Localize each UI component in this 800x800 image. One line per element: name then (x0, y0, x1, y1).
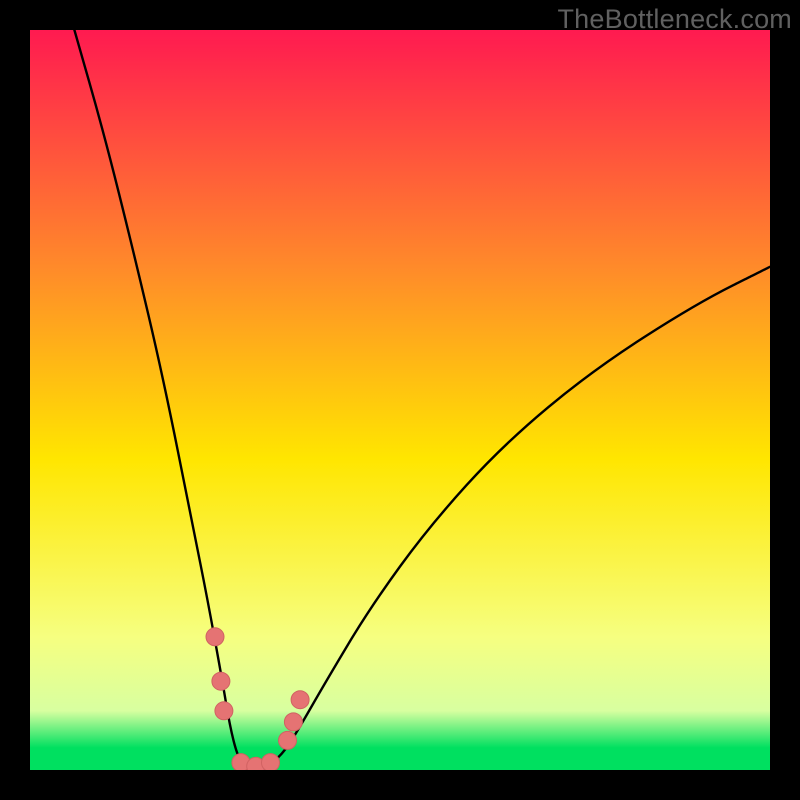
curve-marker (284, 713, 302, 731)
chart-frame: TheBottleneck.com (0, 0, 800, 800)
plot-background (30, 30, 770, 770)
curve-marker (279, 731, 297, 749)
bottleneck-chart (30, 30, 770, 770)
curve-marker (291, 691, 309, 709)
curve-marker (215, 702, 233, 720)
curve-marker (212, 672, 230, 690)
curve-marker (262, 754, 280, 770)
curve-marker (206, 628, 224, 646)
